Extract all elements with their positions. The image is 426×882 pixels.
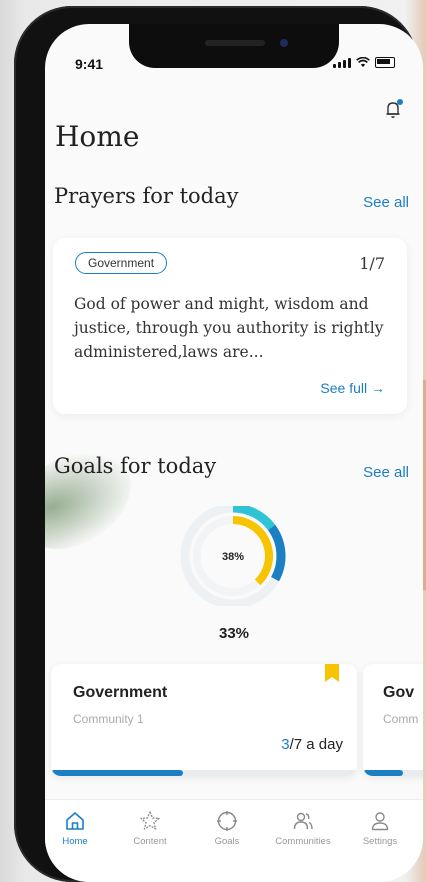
prayer-text: God of power and might, wisdom and justi… xyxy=(74,295,384,361)
app-screen: 9:41 Home Prayers for today See all Gove… xyxy=(45,24,423,882)
nav-content[interactable]: Content xyxy=(115,810,185,847)
bell-icon xyxy=(386,99,403,118)
goal-frequency-text: /7 a day xyxy=(289,736,343,753)
prayers-see-all-link[interactable]: See all xyxy=(363,194,409,211)
target-icon xyxy=(217,811,237,831)
status-icons xyxy=(333,57,395,68)
goal-progress-track-next xyxy=(363,770,423,776)
bottom-nav: Home Content Goals Communities Settings xyxy=(45,799,423,882)
phone-frame: 9:41 Home Prayers for today See all Gove… xyxy=(14,6,423,882)
page-title: Home xyxy=(55,120,140,153)
prayer-counter: 1/7 xyxy=(359,254,385,273)
nav-settings[interactable]: Settings xyxy=(345,810,415,847)
people-icon xyxy=(293,812,313,830)
goals-progress-ring: 38% xyxy=(180,506,286,606)
goal-progress-fill xyxy=(51,770,183,776)
status-time: 9:41 xyxy=(75,56,104,72)
nav-home[interactable]: Home xyxy=(45,810,110,847)
nav-communities[interactable]: Communities xyxy=(268,810,338,847)
user-icon xyxy=(371,812,389,831)
prayers-section-title: Prayers for today xyxy=(54,184,239,208)
goal-done-count: 3 xyxy=(281,736,290,753)
nav-label: Content xyxy=(133,836,167,847)
goal-card-next[interactable]: Gov Comm xyxy=(363,664,423,776)
nav-label: Settings xyxy=(362,836,398,847)
wifi-icon xyxy=(356,57,370,67)
goal-frequency: 3/7 a day xyxy=(281,736,343,753)
home-icon xyxy=(66,812,84,830)
goals-section-title: Goals for today xyxy=(54,454,217,478)
goals-see-all-link[interactable]: See all xyxy=(363,464,409,481)
nav-goals[interactable]: Goals xyxy=(192,810,262,847)
nav-label: Home xyxy=(62,836,88,847)
see-full-link[interactable]: See full → xyxy=(320,380,385,396)
goal-title-next: Gov xyxy=(383,684,415,701)
signal-icon xyxy=(333,58,351,68)
goal-progress-fill-next xyxy=(363,770,403,776)
ring-inner-label: 38% xyxy=(222,551,244,563)
camera xyxy=(280,39,288,47)
star-icon xyxy=(140,811,160,830)
battery-icon xyxy=(375,57,395,68)
goal-subtitle-next: Comm xyxy=(383,712,419,726)
ring-overall-label: 33% xyxy=(218,625,250,642)
nav-label: Goals xyxy=(214,836,240,847)
goal-title: Government xyxy=(73,684,168,701)
notification-bell[interactable] xyxy=(383,98,405,125)
goal-card[interactable]: Government Community 1 3/7 a day xyxy=(51,664,357,776)
notch xyxy=(129,24,339,68)
ring-outer-arc-accent xyxy=(267,524,286,582)
bookmark-icon[interactable] xyxy=(325,664,339,682)
prayer-tag[interactable]: Government xyxy=(75,252,168,274)
goal-subtitle: Community 1 xyxy=(73,712,144,726)
speaker xyxy=(205,40,265,46)
nav-label: Communities xyxy=(275,836,331,847)
prayer-card[interactable]: Government 1/7 God of power and might, w… xyxy=(53,238,407,414)
goal-progress-track xyxy=(51,770,357,776)
